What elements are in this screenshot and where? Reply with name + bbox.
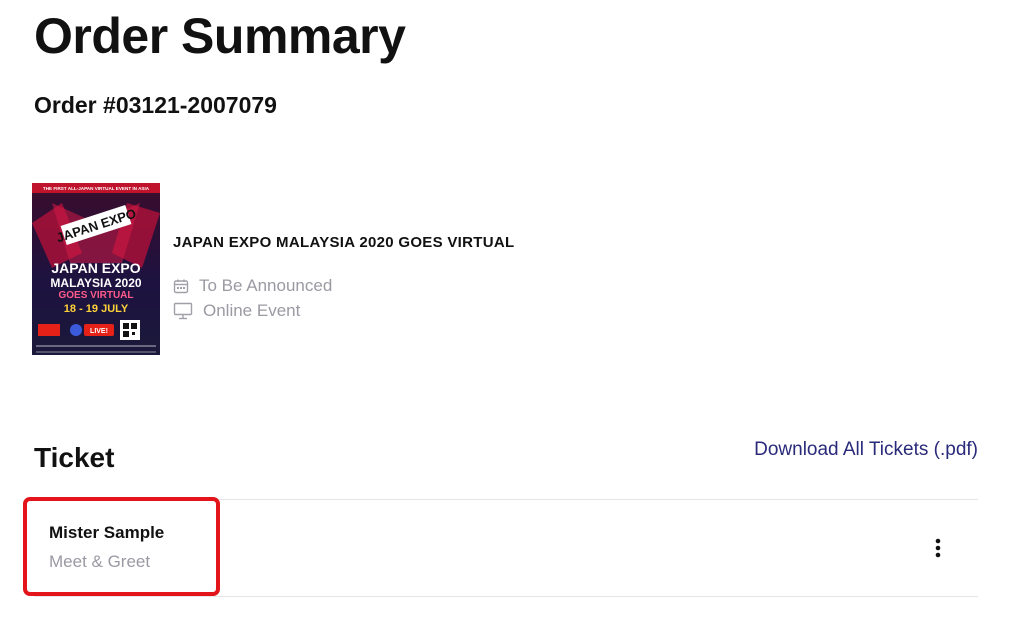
- event-location: Online Event: [203, 301, 301, 320]
- event-date: To Be Announced: [199, 276, 333, 295]
- svg-text:JAPAN EXPO: JAPAN EXPO: [51, 260, 140, 276]
- page-title: Order Summary: [34, 8, 406, 64]
- ticket-section-title: Ticket: [34, 442, 115, 473]
- event-location-row: Online Event: [173, 300, 300, 322]
- order-number: Order #03121-2007079: [34, 92, 277, 118]
- svg-text:LIVE!: LIVE!: [90, 328, 108, 335]
- event-date-row: To Be Announced: [173, 275, 332, 297]
- more-vertical-icon[interactable]: [928, 536, 948, 560]
- calendar-icon: [173, 279, 189, 294]
- monitor-icon: [173, 302, 193, 320]
- event-title: JAPAN EXPO MALAYSIA 2020 GOES VIRTUAL: [173, 234, 515, 251]
- ticket-item[interactable]: Mister Sample Meet & Greet: [23, 497, 978, 596]
- event-poster-image: THE FIRST ALL-JAPAN VIRTUAL EVENT IN ASI…: [32, 183, 160, 364]
- svg-text:18 - 19 JULY: 18 - 19 JULY: [64, 303, 129, 315]
- svg-text:GOES VIRTUAL: GOES VIRTUAL: [58, 290, 133, 301]
- divider: [34, 596, 978, 597]
- svg-text:THE FIRST ALL-JAPAN VIRTUAL EV: THE FIRST ALL-JAPAN VIRTUAL EVENT IN ASI…: [43, 186, 150, 191]
- highlight-box: [23, 497, 220, 596]
- ticket-holder-name: Mister Sample: [49, 523, 165, 542]
- svg-text:MALAYSIA 2020: MALAYSIA 2020: [50, 276, 141, 290]
- ticket-type: Meet & Greet: [49, 552, 151, 571]
- download-all-tickets-link[interactable]: Download All Tickets (.pdf): [754, 438, 978, 462]
